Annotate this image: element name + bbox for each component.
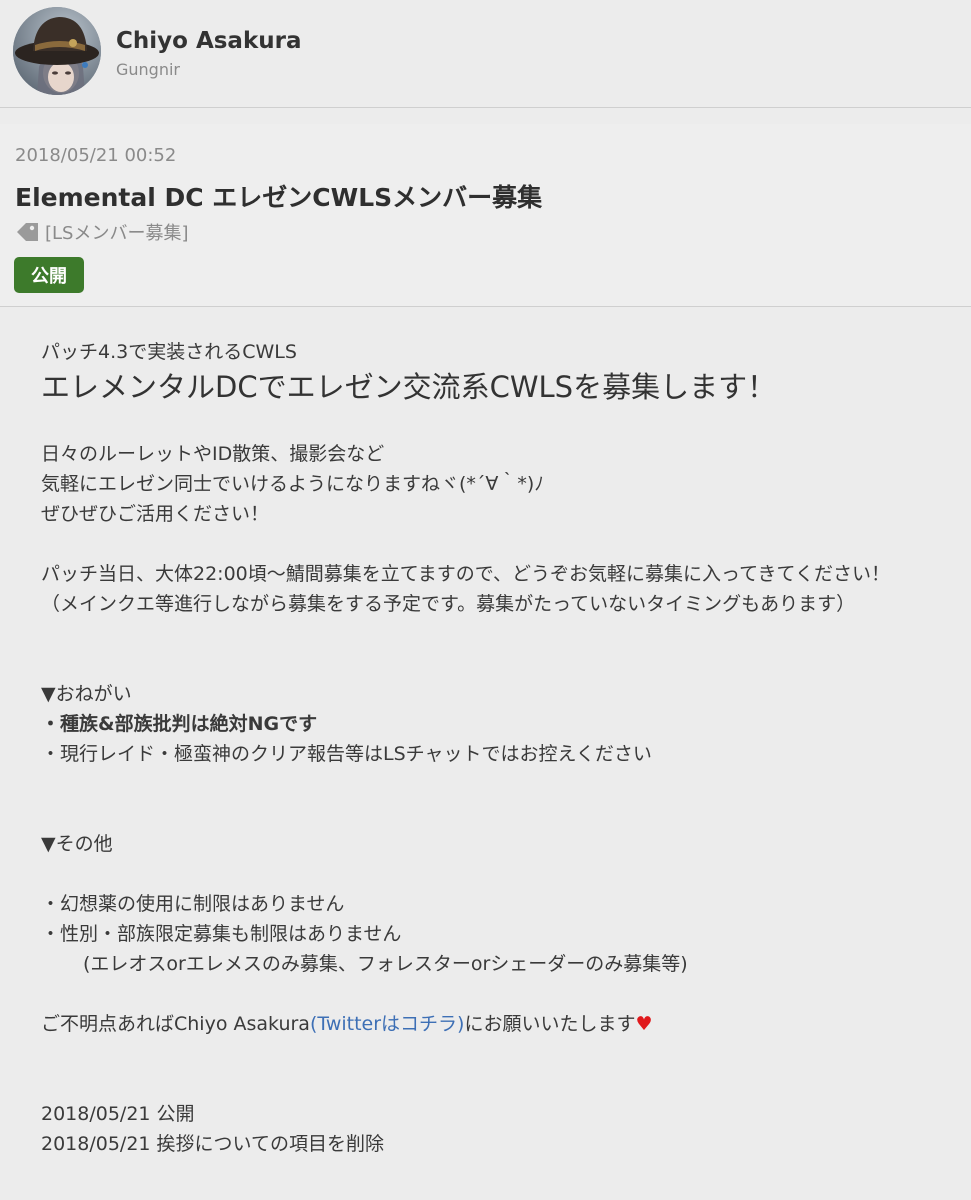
avatar-image bbox=[13, 7, 101, 95]
author-world: Gungnir bbox=[116, 60, 180, 79]
author-header: Chiyo Asakura Gungnir bbox=[0, 0, 971, 108]
contact-line: ご不明点あればChiyo Asakura(Twitterはコチラ)にお願いいたし… bbox=[41, 1009, 966, 1039]
body-paragraph-line: 日々のルーレットやID散策、撮影会など bbox=[41, 443, 385, 465]
entry-title: Elemental DC エレゼンCWLSメンバー募集 bbox=[15, 183, 543, 212]
entry-body: パッチ4.3で実装されるCWLS エレメンタルDCでエレゼン交流系CWLSを募集… bbox=[41, 337, 966, 1159]
heart-icon: ♥ bbox=[635, 1013, 653, 1035]
entry-tag[interactable]: [LSメンバー募集] bbox=[15, 220, 189, 244]
page: Chiyo Asakura Gungnir 2018/05/21 00:52 E… bbox=[0, 0, 971, 1200]
rule-item: ・現行レイド・極蛮神のクリア報告等はLSチャットではお控えください bbox=[41, 743, 652, 765]
entry-date: 2018/05/21 00:52 bbox=[15, 145, 177, 166]
twitter-link[interactable]: (Twitterはコチラ) bbox=[310, 1013, 465, 1035]
visibility-badge: 公開 bbox=[14, 257, 84, 293]
other-heading: ▼その他 bbox=[41, 833, 113, 855]
body-paragraph-line: （メインクエ等進行しながら募集をする予定です。募集がたっていないタイミングもあり… bbox=[41, 593, 856, 615]
rules-heading: ▼おねがい bbox=[41, 683, 132, 705]
body-paragraph-line: パッチ当日、大体22:00頃～鯖間募集を立てますので、どうぞお気軽に募集に入って… bbox=[41, 563, 890, 585]
character-portrait-avatar[interactable] bbox=[13, 7, 101, 95]
body-paragraph-line: ぜひぜひご活用ください！ bbox=[41, 503, 270, 525]
history-item: 2018/05/21 公開 bbox=[41, 1103, 195, 1125]
contact-suffix: にお願いいたします bbox=[464, 1013, 636, 1035]
author-name[interactable]: Chiyo Asakura bbox=[116, 28, 301, 54]
body-paragraph-line: 気軽にエレゼン同士でいけるようになりますねヾ(*´∀｀*)ﾉ bbox=[41, 473, 544, 495]
contact-prefix: ご不明点あればChiyo Asakura bbox=[41, 1013, 310, 1035]
rule-item: ・種族&部族批判は絶対NGです bbox=[41, 713, 318, 735]
other-item-note: (エレオスorエレメスのみ募集、フォレスターorシェーダーのみ募集等) bbox=[83, 953, 688, 975]
history-item: 2018/05/21 挨拶についての項目を削除 bbox=[41, 1133, 384, 1155]
body-intro: パッチ4.3で実装されるCWLS bbox=[41, 341, 297, 363]
body-headline: エレメンタルDCでエレゼン交流系CWLSを募集します！ bbox=[41, 370, 777, 404]
tag-label: [LSメンバー募集] bbox=[45, 223, 189, 244]
other-item: ・性別・部族限定募集も制限はありません bbox=[41, 923, 402, 945]
other-item: ・幻想薬の使用に制限はありません bbox=[41, 893, 345, 915]
entry-header: 2018/05/21 00:52 Elemental DC エレゼンCWLSメン… bbox=[0, 124, 971, 307]
tag-icon bbox=[17, 223, 38, 241]
